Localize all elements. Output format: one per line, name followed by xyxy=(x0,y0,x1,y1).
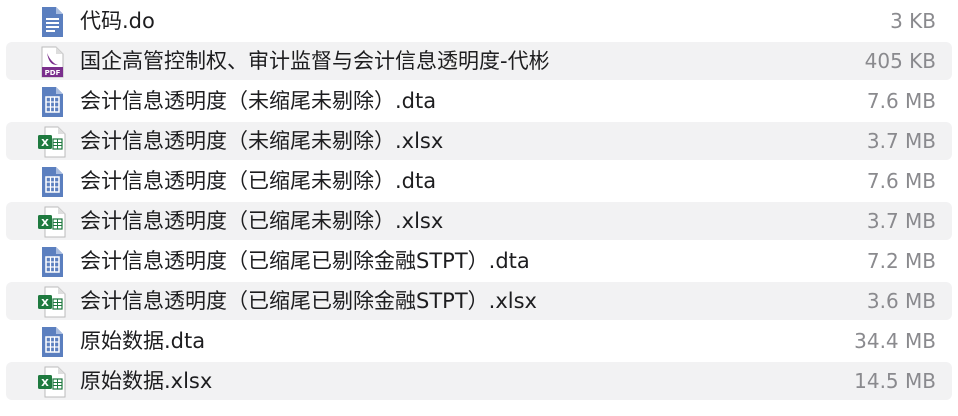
file-row[interactable]: 会计信息透明度（未缩尾未剔除）.dta 7.6 MB xyxy=(6,82,952,120)
data-file-icon xyxy=(36,86,68,118)
file-row[interactable]: X 会计信息透明度（未缩尾未剔除）.xlsx 3.7 MB xyxy=(6,122,952,160)
excel-icon: X xyxy=(36,366,68,398)
data-file-icon xyxy=(36,326,68,358)
file-row[interactable]: 会计信息透明度（已缩尾已剔除金融STPT）.dta 7.2 MB xyxy=(6,242,952,280)
file-list: 代码.do 3 KB PDF 国企高管控制权、审计监督与会计信息透明度-代彬 4… xyxy=(0,2,958,402)
file-size: 3.7 MB xyxy=(866,129,936,153)
file-name: 会计信息透明度（已缩尾未剔除）.dta xyxy=(80,169,437,193)
svg-text:X: X xyxy=(41,378,49,389)
excel-icon: X xyxy=(36,286,68,318)
excel-icon: X xyxy=(36,126,68,158)
file-size: 3 KB xyxy=(890,9,936,33)
file-size: 7.6 MB xyxy=(866,169,936,193)
file-size: 405 KB xyxy=(864,49,936,73)
pdf-icon: PDF xyxy=(36,46,68,78)
file-size: 34.4 MB xyxy=(854,329,936,353)
data-file-icon xyxy=(36,246,68,278)
file-name: 会计信息透明度（未缩尾未剔除）.xlsx xyxy=(80,129,444,153)
file-name: 国企高管控制权、审计监督与会计信息透明度-代彬 xyxy=(80,49,550,73)
doc-text-icon xyxy=(36,6,68,38)
file-row[interactable]: X 原始数据.xlsx 14.5 MB xyxy=(6,362,952,400)
file-name: 会计信息透明度（已缩尾未剔除）.xlsx xyxy=(80,209,444,233)
file-size: 7.6 MB xyxy=(866,89,936,113)
file-name: 会计信息透明度（未缩尾未剔除）.dta xyxy=(80,89,437,113)
file-name: 原始数据.xlsx xyxy=(80,369,213,393)
svg-text:X: X xyxy=(41,218,49,229)
file-size: 14.5 MB xyxy=(854,369,936,393)
excel-icon: X xyxy=(36,206,68,238)
file-name: 会计信息透明度（已缩尾已剔除金融STPT）.xlsx xyxy=(80,289,537,313)
file-row[interactable]: X 会计信息透明度（已缩尾未剔除）.xlsx 3.7 MB xyxy=(6,202,952,240)
file-size: 7.2 MB xyxy=(866,249,936,273)
svg-text:PDF: PDF xyxy=(45,69,61,77)
file-row[interactable]: 原始数据.dta 34.4 MB xyxy=(6,322,952,360)
file-row[interactable]: 会计信息透明度（已缩尾未剔除）.dta 7.6 MB xyxy=(6,162,952,200)
file-row[interactable]: X 会计信息透明度（已缩尾已剔除金融STPT）.xlsx 3.6 MB xyxy=(6,282,952,320)
file-name: 原始数据.dta xyxy=(80,329,206,353)
file-size: 3.6 MB xyxy=(866,289,936,313)
svg-text:X: X xyxy=(41,298,49,309)
file-row[interactable]: PDF 国企高管控制权、审计监督与会计信息透明度-代彬 405 KB xyxy=(6,42,952,80)
data-file-icon xyxy=(36,166,68,198)
file-name: 会计信息透明度（已缩尾已剔除金融STPT）.dta xyxy=(80,249,530,273)
file-row[interactable]: 代码.do 3 KB xyxy=(6,2,952,40)
svg-text:X: X xyxy=(41,138,49,149)
file-name: 代码.do xyxy=(80,9,155,33)
file-size: 3.7 MB xyxy=(866,209,936,233)
